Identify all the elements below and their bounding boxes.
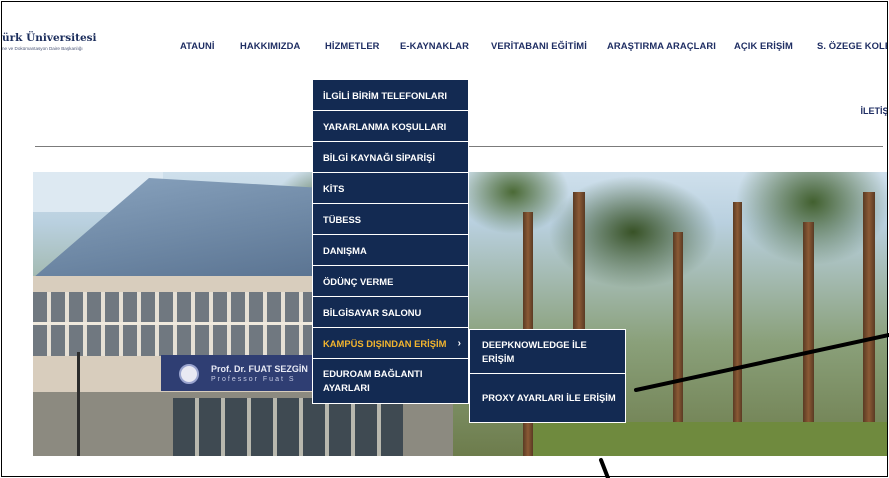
university-name: ürk Üniversitesi (2, 32, 97, 44)
nav-item-iletisim[interactable]: İLETİŞİ (860, 106, 887, 116)
menu-item-kampus-disindan-erisim[interactable]: KAMPÜS DIŞINDAN ERİŞİM › (313, 328, 468, 359)
menu-item-tubess[interactable]: TÜBESS (313, 204, 468, 235)
entrance-glass (173, 398, 403, 456)
tree-trunk (863, 192, 875, 456)
university-seal-icon (179, 364, 199, 384)
nav-item-hakkimizda[interactable]: HAKKIMIZDA (240, 40, 300, 51)
window-divider (33, 322, 333, 325)
menu-item-yararlanma-kosullari[interactable]: YARARLANMA KOŞULLARI (313, 111, 468, 142)
services-dropdown-menu: İLGİLİ BİRİM TELEFONLARI YARARLANMA KOŞU… (312, 79, 469, 404)
submenu-item-deepknowledge[interactable]: DEEPKNOWLEDGE İLE ERİŞİM (470, 330, 625, 374)
submenu-item-proxy[interactable]: PROXY AYARLARI İLE ERİŞİM (470, 374, 625, 422)
street-lamp (77, 352, 80, 456)
menu-item-odunc-verme[interactable]: ÖDÜNÇ VERME (313, 266, 468, 297)
library-sign-title: Prof. Dr. FUAT SEZGİN (211, 364, 308, 374)
menu-item-label: KAMPÜS DIŞINDAN ERİŞİM (323, 337, 447, 349)
menu-item-kits[interactable]: KİTS (313, 173, 468, 204)
menu-item-danisma[interactable]: DANIŞMA (313, 235, 468, 266)
grass (533, 422, 887, 456)
nav-item-atauni[interactable]: ATAUNİ (180, 40, 215, 51)
nav-item-e-kaynaklar[interactable]: E-KAYNAKLAR (400, 40, 469, 51)
browser-viewport: ürk Üniversitesi ne ve Dokümantasyon Dai… (1, 1, 888, 477)
menu-item-bilgi-kaynagi-siparisi[interactable]: BİLGİ KAYNAĞI SİPARİŞİ (313, 142, 468, 173)
library-sign-subtitle: Professor Fuat S (211, 376, 296, 383)
nav-item-hizmetler[interactable]: HİZMETLER (325, 40, 380, 51)
nav-item-ozege-koleksiyonu[interactable]: S. ÖZEGE KOLEKS (817, 40, 887, 51)
chevron-right-icon: › (457, 338, 461, 349)
site-logo[interactable]: ürk Üniversitesi ne ve Dokümantasyon Dai… (2, 32, 97, 51)
menu-item-eduroam-ayarlari[interactable]: EDUROAM BAĞLANTI AYARLARI (313, 359, 468, 403)
menu-item-birim-telefonlari[interactable]: İLGİLİ BİRİM TELEFONLARI (313, 80, 468, 111)
department-name: ne ve Dokümantasyon Daire Başkanlığı (2, 46, 83, 51)
menu-item-bilgisayar-salonu[interactable]: BİLGİSAYAR SALONU (313, 297, 468, 328)
offcampus-access-submenu: DEEPKNOWLEDGE İLE ERİŞİM PROXY AYARLARI … (469, 329, 626, 423)
nav-item-veritabani-egitimi[interactable]: VERİTABANI EĞİTİMİ (491, 40, 587, 51)
tree-trunk (803, 222, 814, 456)
nav-item-acik-erisim[interactable]: AÇIK ERİŞİM (734, 40, 793, 51)
tree-trunk (733, 202, 742, 456)
nav-item-arastirma-araclari[interactable]: ARAŞTIRMA ARAÇLARI (607, 40, 716, 51)
